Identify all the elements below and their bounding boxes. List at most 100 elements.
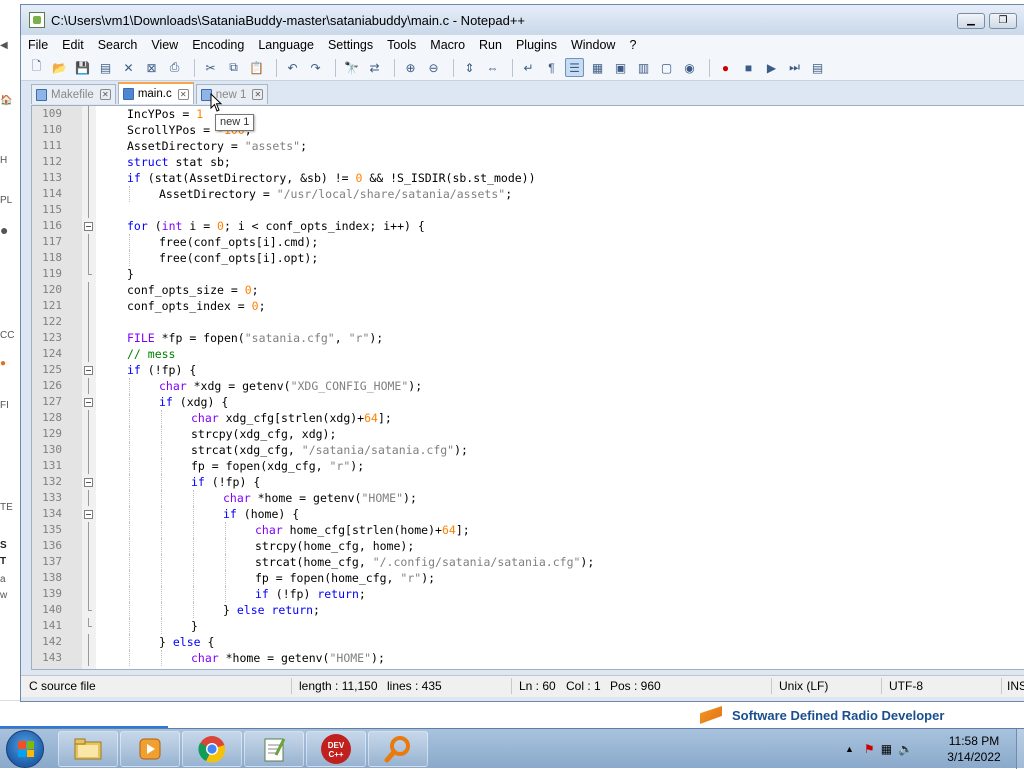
code-line[interactable]: 133 char *home = getenv("HOME");: [32, 490, 1024, 506]
fold-toggle-icon[interactable]: [84, 366, 93, 375]
taskbar-notepadpp[interactable]: [244, 731, 304, 767]
menu-item-help[interactable]: ?: [622, 35, 643, 55]
show-desktop-button[interactable]: [1016, 729, 1024, 769]
monitoring-icon[interactable]: ◉: [680, 58, 699, 77]
code-line[interactable]: 110ScrollYPos = -100;: [32, 122, 1024, 138]
code-line[interactable]: 141}: [32, 618, 1024, 634]
code-editor[interactable]: 109 IncYPos = 1110ScrollYPos = -100;111 As…: [31, 105, 1024, 670]
volume-icon[interactable]: 🔈: [898, 742, 913, 756]
code-line[interactable]: 127 if (xdg) {: [32, 394, 1024, 410]
indent-guide-icon[interactable]: ☰: [565, 58, 584, 77]
replace-icon[interactable]: ⇄: [365, 58, 384, 77]
save-macro-icon[interactable]: ▤: [808, 58, 827, 77]
code-line[interactable]: 111 AssetDirectory = "assets";: [32, 138, 1024, 154]
code-line[interactable]: 134 if (home) {: [32, 506, 1024, 522]
run-macro-multiple-icon[interactable]: ⏭: [785, 58, 804, 77]
record-macro-icon[interactable]: ●: [716, 58, 735, 77]
tab-new-1[interactable]: new 1 ✕: [195, 84, 269, 104]
taskbar-search-tool[interactable]: [368, 731, 428, 767]
menu-item-plugins[interactable]: Plugins: [509, 35, 564, 55]
code-line[interactable]: 130 strcat(xdg_cfg, "/satania/satania.cfg…: [32, 442, 1024, 458]
menu-item-view[interactable]: View: [144, 35, 185, 55]
tab-close-icon[interactable]: ✕: [177, 88, 189, 100]
sync-vertical-icon[interactable]: ⇕: [460, 58, 479, 77]
undo-icon[interactable]: ↶: [283, 58, 302, 77]
show-hidden-icons-icon[interactable]: ▲: [845, 744, 854, 754]
save-icon[interactable]: 💾: [73, 58, 92, 77]
tab-main-c[interactable]: main.c ✕: [117, 82, 194, 104]
code-line[interactable]: 142} else {: [32, 634, 1024, 650]
new-file-icon[interactable]: 🗋: [27, 58, 46, 77]
menu-item-language[interactable]: Language: [251, 35, 321, 55]
code-line[interactable]: 124 // mess: [32, 346, 1024, 362]
fold-toggle-icon[interactable]: [84, 510, 93, 519]
menu-item-window[interactable]: Window: [564, 35, 622, 55]
code-line[interactable]: 122: [32, 314, 1024, 330]
code-line[interactable]: 131 fp = fopen(xdg_cfg, "r");: [32, 458, 1024, 474]
zoom-in-icon[interactable]: ⊕: [401, 58, 420, 77]
code-line[interactable]: 140} else return;: [32, 602, 1024, 618]
code-line[interactable]: 139 if (!fp) return;: [32, 586, 1024, 602]
word-wrap-icon[interactable]: ↵: [519, 58, 538, 77]
taskbar-explorer[interactable]: [58, 731, 118, 767]
code-line[interactable]: 115: [32, 202, 1024, 218]
save-all-icon[interactable]: ▤: [96, 58, 115, 77]
status-encoding[interactable]: UTF-8: [889, 679, 923, 693]
menu-item-settings[interactable]: Settings: [321, 35, 380, 55]
fold-toggle-icon[interactable]: [84, 398, 93, 407]
maximize-button[interactable]: ❐: [989, 13, 1017, 29]
clock[interactable]: 11:58 PM 3/14/2022: [935, 733, 1013, 765]
code-line[interactable]: 119}: [32, 266, 1024, 282]
stop-macro-icon[interactable]: ■: [739, 58, 758, 77]
taskbar-devcpp[interactable]: DEV C++: [306, 731, 366, 767]
code-line[interactable]: 136 strcpy(home_cfg, home);: [32, 538, 1024, 554]
code-line[interactable]: 138 fp = fopen(home_cfg, "r");: [32, 570, 1024, 586]
network-icon[interactable]: ▦: [881, 742, 892, 756]
open-file-icon[interactable]: 📂: [50, 58, 69, 77]
cut-icon[interactable]: ✂: [201, 58, 220, 77]
menu-item-file[interactable]: File: [21, 35, 55, 55]
code-line[interactable]: 118 free(conf_opts[i].opt);: [32, 250, 1024, 266]
fold-toggle-icon[interactable]: [84, 222, 93, 231]
menu-item-edit[interactable]: Edit: [55, 35, 91, 55]
copy-icon[interactable]: ⧉: [224, 58, 243, 77]
paste-icon[interactable]: 📋: [247, 58, 266, 77]
code-line[interactable]: 116 for (int i = 0; i < conf_opts_index; …: [32, 218, 1024, 234]
show-all-chars-icon[interactable]: ¶: [542, 58, 561, 77]
code-line[interactable]: 112 struct stat sb;: [32, 154, 1024, 170]
code-line[interactable]: 129 strcpy(xdg_cfg, xdg);: [32, 426, 1024, 442]
sync-horizontal-icon[interactable]: ⇔: [483, 58, 502, 77]
minimize-button[interactable]: ▁: [957, 13, 985, 29]
sdr-banner[interactable]: Software Defined Radio Developer: [684, 702, 1024, 728]
doc-map-icon[interactable]: ▣: [611, 58, 630, 77]
close-icon[interactable]: ✕: [119, 58, 138, 77]
status-eol[interactable]: Unix (LF): [779, 679, 828, 693]
taskbar-media-player[interactable]: [120, 731, 180, 767]
code-line[interactable]: 114 AssetDirectory = "/usr/local/share/sa…: [32, 186, 1024, 202]
code-line[interactable]: 120 conf_opts_size = 0;: [32, 282, 1024, 298]
code-line[interactable]: 113 if (stat(AssetDirectory, &sb) != 0 &&…: [32, 170, 1024, 186]
code-line[interactable]: 132 if (!fp) {: [32, 474, 1024, 490]
menu-item-search[interactable]: Search: [91, 35, 145, 55]
fold-toggle-icon[interactable]: [84, 478, 93, 487]
play-macro-icon[interactable]: ▶: [762, 58, 781, 77]
menu-item-macro[interactable]: Macro: [423, 35, 472, 55]
title-bar[interactable]: C:\Users\vm1\Downloads\SataniaBuddy-mast…: [21, 5, 1024, 35]
code-line[interactable]: 125 if (!fp) {: [32, 362, 1024, 378]
code-line[interactable]: 121 conf_opts_index = 0;: [32, 298, 1024, 314]
code-line[interactable]: 117 free(conf_opts[i].cmd);: [32, 234, 1024, 250]
code-line[interactable]: 137 strcat(home_cfg, "/.config/satania/sa…: [32, 554, 1024, 570]
menu-item-run[interactable]: Run: [472, 35, 509, 55]
menu-item-encoding[interactable]: Encoding: [185, 35, 251, 55]
code-line[interactable]: 109 IncYPos = 1: [32, 106, 1024, 122]
menu-item-tools[interactable]: Tools: [380, 35, 423, 55]
tab-close-icon[interactable]: ✕: [99, 89, 111, 100]
find-icon[interactable]: 🔭: [342, 58, 361, 77]
tab-close-icon[interactable]: ✕: [252, 89, 264, 100]
redo-icon[interactable]: ↷: [306, 58, 325, 77]
tab-makefile[interactable]: Makefile ✕: [31, 84, 116, 104]
code-line[interactable]: 128 char xdg_cfg[strlen(xdg)+64];: [32, 410, 1024, 426]
action-center-icon[interactable]: ⚑: [864, 742, 875, 756]
folder-workspace-icon[interactable]: ▢: [657, 58, 676, 77]
zoom-out-icon[interactable]: ⊖: [424, 58, 443, 77]
